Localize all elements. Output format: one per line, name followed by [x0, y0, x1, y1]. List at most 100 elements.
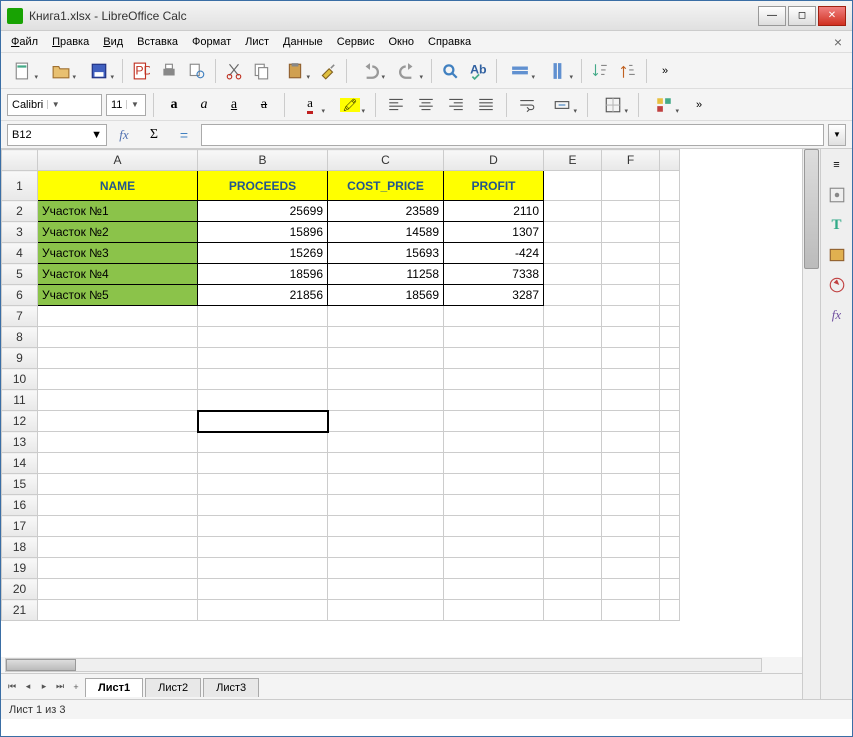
wrap-text-button[interactable] [514, 92, 540, 118]
row-header[interactable]: 16 [2, 495, 38, 516]
cell[interactable]: 3287 [444, 285, 544, 306]
formula-dropdown[interactable]: ▼ [828, 124, 846, 146]
cell[interactable] [660, 264, 680, 285]
cell[interactable] [544, 327, 602, 348]
row-header[interactable]: 14 [2, 453, 38, 474]
cell[interactable] [444, 453, 544, 474]
cell[interactable]: 21856 [198, 285, 328, 306]
cell[interactable] [38, 516, 198, 537]
cell[interactable] [328, 600, 444, 621]
sort-asc-button[interactable] [587, 58, 613, 84]
italic-button[interactable]: a [191, 92, 217, 118]
cell[interactable]: 2110 [444, 201, 544, 222]
menu-window[interactable]: Окно [382, 33, 420, 51]
sheet-tab[interactable]: Лист2 [145, 678, 201, 697]
cell[interactable] [38, 348, 198, 369]
cell[interactable] [38, 390, 198, 411]
cell[interactable] [444, 474, 544, 495]
cell[interactable] [38, 579, 198, 600]
cell[interactable] [602, 432, 660, 453]
cut-button[interactable] [221, 58, 247, 84]
equals-button[interactable]: = [171, 122, 197, 148]
cell[interactable] [544, 264, 602, 285]
cell[interactable] [444, 390, 544, 411]
cell[interactable] [544, 516, 602, 537]
row-header[interactable]: 13 [2, 432, 38, 453]
cell[interactable] [38, 537, 198, 558]
cell[interactable] [544, 171, 602, 201]
cell[interactable] [660, 390, 680, 411]
cell[interactable] [38, 306, 198, 327]
cell[interactable] [660, 537, 680, 558]
cell[interactable]: Участок №4 [38, 264, 198, 285]
cell[interactable] [544, 222, 602, 243]
strike-button[interactable]: a [251, 92, 277, 118]
merge-button[interactable] [544, 92, 580, 118]
bold-button[interactable]: a [161, 92, 187, 118]
cell[interactable] [544, 285, 602, 306]
row-header[interactable]: 12 [2, 411, 38, 432]
cell[interactable] [544, 348, 602, 369]
cell[interactable] [544, 390, 602, 411]
cell[interactable] [602, 201, 660, 222]
tab-nav-next[interactable]: ▸ [37, 679, 51, 695]
col-header-A[interactable]: A [38, 150, 198, 171]
cell[interactable] [444, 327, 544, 348]
row-header[interactable]: 18 [2, 537, 38, 558]
menu-view[interactable]: Вид [97, 33, 129, 51]
cell[interactable]: 15693 [328, 243, 444, 264]
cell[interactable] [328, 369, 444, 390]
cell[interactable] [602, 306, 660, 327]
row-header[interactable]: 2 [2, 201, 38, 222]
row-header[interactable]: 15 [2, 474, 38, 495]
row-button[interactable] [502, 58, 538, 84]
row-header[interactable]: 4 [2, 243, 38, 264]
cell[interactable] [660, 453, 680, 474]
cell[interactable] [444, 516, 544, 537]
more-format-icon[interactable]: » [686, 92, 712, 118]
highlight-button[interactable]: 🖍 [332, 92, 368, 118]
paste-button[interactable] [277, 58, 313, 84]
format-paintbrush-button[interactable] [315, 58, 341, 84]
row-header[interactable]: 21 [2, 600, 38, 621]
cell[interactable] [328, 537, 444, 558]
sheet-tab[interactable]: Лист3 [203, 678, 259, 697]
cell[interactable] [198, 558, 328, 579]
align-right-button[interactable] [443, 92, 469, 118]
column-button[interactable] [540, 58, 576, 84]
sidebar-menu-icon[interactable]: ≡ [825, 153, 849, 177]
cond-format-button[interactable] [646, 92, 682, 118]
align-left-button[interactable] [383, 92, 409, 118]
cell[interactable] [602, 537, 660, 558]
cell[interactable] [544, 243, 602, 264]
sum-button[interactable]: Σ [141, 122, 167, 148]
cell[interactable]: 23589 [328, 201, 444, 222]
cell[interactable]: 18596 [198, 264, 328, 285]
cell[interactable] [444, 369, 544, 390]
cell[interactable] [328, 432, 444, 453]
cell[interactable] [544, 306, 602, 327]
cell[interactable] [660, 327, 680, 348]
cell[interactable] [660, 432, 680, 453]
font-size-combo[interactable]: 11▼ [106, 94, 146, 116]
maximize-button[interactable]: ◻ [788, 6, 816, 26]
more-icon[interactable]: » [652, 58, 678, 84]
cell[interactable] [544, 537, 602, 558]
cell[interactable] [38, 600, 198, 621]
undo-button[interactable] [352, 58, 388, 84]
cell[interactable] [38, 453, 198, 474]
cell[interactable]: 1307 [444, 222, 544, 243]
cell[interactable] [660, 600, 680, 621]
cell[interactable] [544, 474, 602, 495]
new-button[interactable] [5, 58, 41, 84]
cell[interactable] [444, 537, 544, 558]
close-button[interactable]: ✕ [818, 6, 846, 26]
add-sheet-button[interactable]: + [69, 679, 83, 695]
cell[interactable] [602, 600, 660, 621]
cell[interactable] [328, 579, 444, 600]
spreadsheet-grid[interactable]: A B C D E F 1 NAME PROCEEDS COST_PRICE P… [1, 149, 802, 657]
cell[interactable] [602, 474, 660, 495]
menu-insert[interactable]: Вставка [131, 33, 184, 51]
cell[interactable] [444, 558, 544, 579]
print-button[interactable] [156, 58, 182, 84]
